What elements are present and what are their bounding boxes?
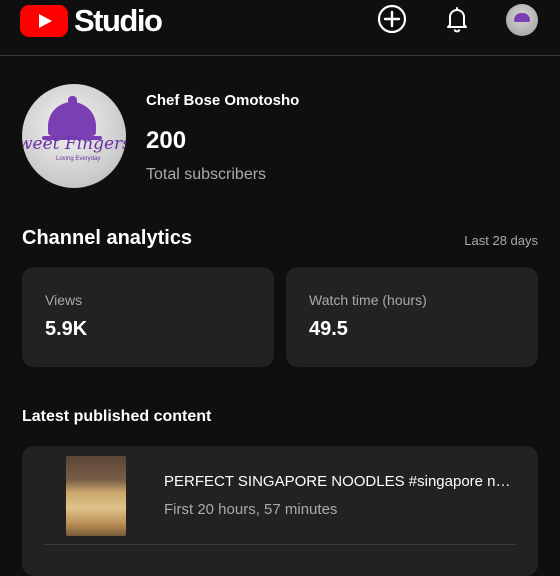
- latest-content-title: Latest published content: [22, 408, 212, 425]
- cloche-icon: [48, 102, 96, 136]
- watch-time-value: 49.5: [309, 318, 348, 340]
- youtube-studio-logo[interactable]: Studio: [20, 3, 163, 38]
- divider: [44, 544, 516, 545]
- channel-avatar[interactable]: weet Fingers Loving Everyday: [22, 84, 126, 188]
- video-performance: First 20 hours, 57 minutes: [164, 501, 338, 518]
- latest-video-card[interactable]: PERFECT SINGAPORE NOODLES #singapore noo…: [22, 446, 538, 576]
- watch-time-label: Watch time (hours): [309, 292, 427, 308]
- analytics-period: Last 28 days: [464, 233, 538, 248]
- avatar-brand-text: weet Fingers: [22, 134, 126, 154]
- app-title: Studio: [74, 3, 163, 38]
- subscriber-label: Total subscribers: [146, 166, 267, 183]
- account-avatar[interactable]: [506, 4, 538, 36]
- analytics-title: Channel analytics: [22, 227, 193, 249]
- channel-name: Chef Bose Omotosho: [146, 92, 300, 109]
- cloche-icon: [514, 13, 530, 22]
- views-value: 5.9K: [45, 318, 88, 340]
- top-bar: Studio: [0, 0, 560, 56]
- views-card[interactable]: Views 5.9K: [22, 267, 274, 367]
- youtube-play-icon: [20, 5, 68, 37]
- views-label: Views: [45, 292, 83, 308]
- add-circle-icon[interactable]: [377, 4, 407, 34]
- video-title[interactable]: PERFECT SINGAPORE NOODLES #singapore noo…: [164, 473, 514, 490]
- subscriber-count: 200: [146, 127, 187, 154]
- watch-time-card[interactable]: Watch time (hours) 49.5: [286, 267, 538, 367]
- bell-icon[interactable]: [442, 4, 472, 34]
- avatar-tagline: Loving Everyday: [56, 156, 101, 162]
- video-thumbnail[interactable]: [66, 456, 126, 536]
